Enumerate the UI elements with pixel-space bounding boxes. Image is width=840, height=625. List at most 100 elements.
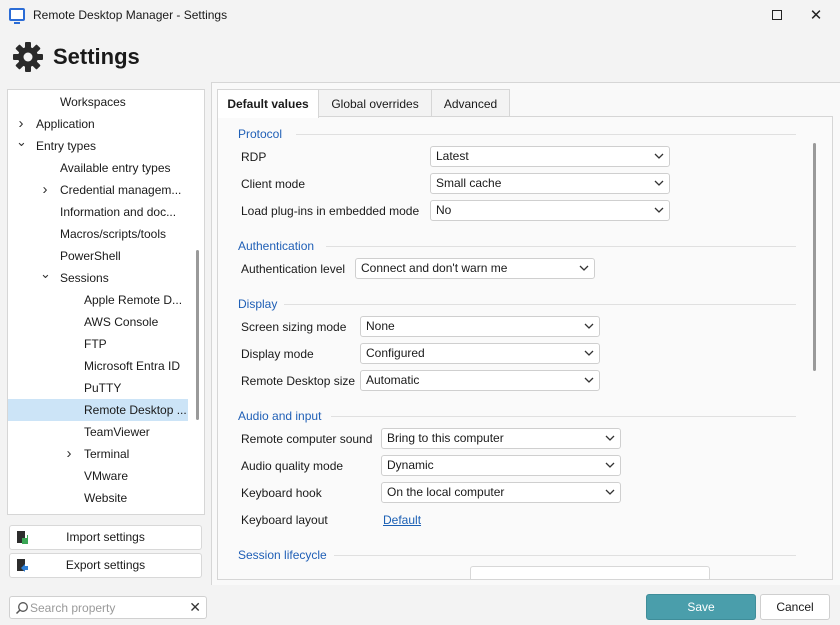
export-settings-button[interactable]: Export settings — [9, 553, 202, 578]
keyboard-hook-label: Keyboard hook — [241, 486, 322, 500]
tree-item[interactable]: ⌄ Entry types — [8, 135, 188, 157]
audio-quality-label: Audio quality mode — [241, 459, 344, 473]
clear-search-icon[interactable]: ✕ — [189, 599, 201, 616]
close-button[interactable]: ✕ — [796, 0, 836, 30]
section-divider — [296, 134, 796, 135]
plugins-label: Load plug-ins in embedded mode — [241, 204, 420, 218]
tab-global-overrides[interactable]: Global overrides — [318, 89, 432, 117]
tree-item[interactable]: Available entry types — [8, 157, 188, 179]
chevron-down-icon — [654, 207, 664, 213]
settings-header: Settings — [0, 30, 840, 82]
section-divider — [326, 246, 796, 247]
client-mode-value: Small cache — [436, 176, 502, 190]
chevron-right-icon[interactable]: › — [16, 113, 26, 135]
section-divider — [284, 304, 796, 305]
section-protocol: Protocol — [238, 127, 283, 141]
remote-desktop-size-value: Automatic — [366, 373, 420, 387]
authentication-level-value: Connect and don't warn me — [361, 261, 508, 275]
lifecycle-field[interactable] — [470, 566, 710, 579]
chevron-down-icon — [584, 377, 594, 383]
chevron-down-icon — [605, 489, 615, 495]
tree-item-label: Application — [36, 117, 95, 131]
content-scrollbar[interactable] — [813, 143, 816, 371]
search-input[interactable] — [30, 599, 190, 616]
keyboard-hook-value: On the local computer — [387, 485, 505, 499]
audio-quality-select[interactable]: Dynamic — [381, 455, 621, 476]
authentication-level-label: Authentication level — [241, 262, 346, 276]
screen-sizing-value: None — [366, 319, 395, 333]
tree-item-label: VMware — [84, 469, 129, 483]
tree-item-label: Macros/scripts/tools — [60, 227, 167, 241]
tree-item-label: TeamViewer — [84, 425, 150, 439]
import-icon — [17, 531, 28, 544]
search-box[interactable]: ✕ — [9, 596, 207, 619]
client-mode-select[interactable]: Small cache — [430, 173, 670, 194]
export-settings-label: Export settings — [65, 558, 146, 572]
tree-item-label: PowerShell — [60, 249, 121, 263]
tree-item[interactable]: › Terminal — [8, 443, 188, 465]
tree-item-label: Terminal — [84, 447, 130, 461]
screen-sizing-label: Screen sizing mode — [241, 320, 347, 334]
cancel-button[interactable]: Cancel — [760, 594, 830, 620]
remote-desktop-size-select[interactable]: Automatic — [360, 370, 600, 391]
remote-sound-select[interactable]: Bring to this computer — [381, 428, 621, 449]
tree-item-label: PuTTY — [84, 381, 122, 395]
section-display: Display — [238, 297, 278, 311]
tree-item[interactable]: FTP — [8, 333, 188, 355]
tree-item[interactable]: Website — [8, 487, 188, 509]
client-mode-label: Client mode — [241, 177, 306, 191]
gear-icon — [13, 42, 43, 72]
chevron-down-icon[interactable]: ⌄ — [16, 135, 27, 153]
tree-item-label: Apple Remote D... — [84, 293, 183, 307]
tree-item[interactable]: ⌄ Sessions — [8, 267, 188, 289]
settings-tree[interactable]: Workspaces › Application ⌄ Entry types Availa… — [7, 89, 205, 515]
remote-desktop-size-label: Remote Desktop size — [241, 374, 356, 388]
screen-sizing-select[interactable]: None — [360, 316, 600, 337]
authentication-level-select[interactable]: Connect and don't warn me — [355, 258, 595, 279]
tree-item[interactable]: › Credential managem... — [8, 179, 188, 201]
tree-item-label: AWS Console — [84, 315, 159, 329]
tree-item-label: Remote Desktop ... — [84, 403, 187, 417]
tree-item-label: Information and doc... — [60, 205, 177, 219]
tab-advanced[interactable]: Advanced — [431, 89, 510, 117]
rdp-value: Latest — [436, 149, 469, 163]
display-mode-select[interactable]: Configured — [360, 343, 600, 364]
section-divider — [331, 416, 796, 417]
tree-item-label: Available entry types — [60, 161, 171, 175]
import-settings-button[interactable]: Import settings — [9, 525, 202, 550]
section-authentication: Authentication — [238, 239, 315, 253]
chevron-down-icon — [654, 180, 664, 186]
tree-item-label: Entry types — [36, 139, 97, 153]
search-icon — [15, 602, 28, 615]
keyboard-hook-select[interactable]: On the local computer — [381, 482, 621, 503]
tree-item-label: Microsoft Entra ID — [84, 359, 181, 373]
tab-default-values[interactable]: Default values — [217, 89, 319, 118]
tree-scrollbar[interactable] — [196, 250, 199, 420]
chevron-down-icon[interactable]: ⌄ — [40, 267, 51, 285]
tree-item[interactable]: Apple Remote D... — [8, 289, 188, 311]
save-button[interactable]: Save — [646, 594, 756, 620]
chevron-right-icon[interactable]: › — [40, 179, 50, 201]
tree-item[interactable]: PuTTY — [8, 377, 188, 399]
tree-item[interactable]: Information and doc... — [8, 201, 188, 223]
keyboard-layout-link[interactable]: Default — [383, 513, 421, 527]
remote-desktop-app-icon — [9, 8, 25, 24]
tree-item-label: Website — [84, 491, 128, 505]
tree-item[interactable]: PowerShell — [8, 245, 188, 267]
plugins-select[interactable]: No — [430, 200, 670, 221]
audio-quality-value: Dynamic — [387, 458, 434, 472]
tree-item[interactable]: Remote Desktop ... — [8, 399, 188, 421]
rdp-select[interactable]: Latest — [430, 146, 670, 167]
tree-item[interactable]: Microsoft Entra ID — [8, 355, 188, 377]
plugins-value: No — [436, 203, 452, 217]
tree-item[interactable]: › Application — [8, 113, 188, 135]
tree-item[interactable]: AWS Console — [8, 311, 188, 333]
maximize-button[interactable] — [757, 0, 797, 30]
tree-item[interactable]: VMware — [8, 465, 188, 487]
tree-item[interactable]: TeamViewer — [8, 421, 188, 443]
tree-item[interactable]: Macros/scripts/tools — [8, 223, 188, 245]
chevron-down-icon — [654, 153, 664, 159]
export-icon — [17, 559, 28, 572]
tree-item[interactable]: Workspaces — [8, 91, 188, 113]
chevron-right-icon[interactable]: › — [64, 443, 74, 465]
